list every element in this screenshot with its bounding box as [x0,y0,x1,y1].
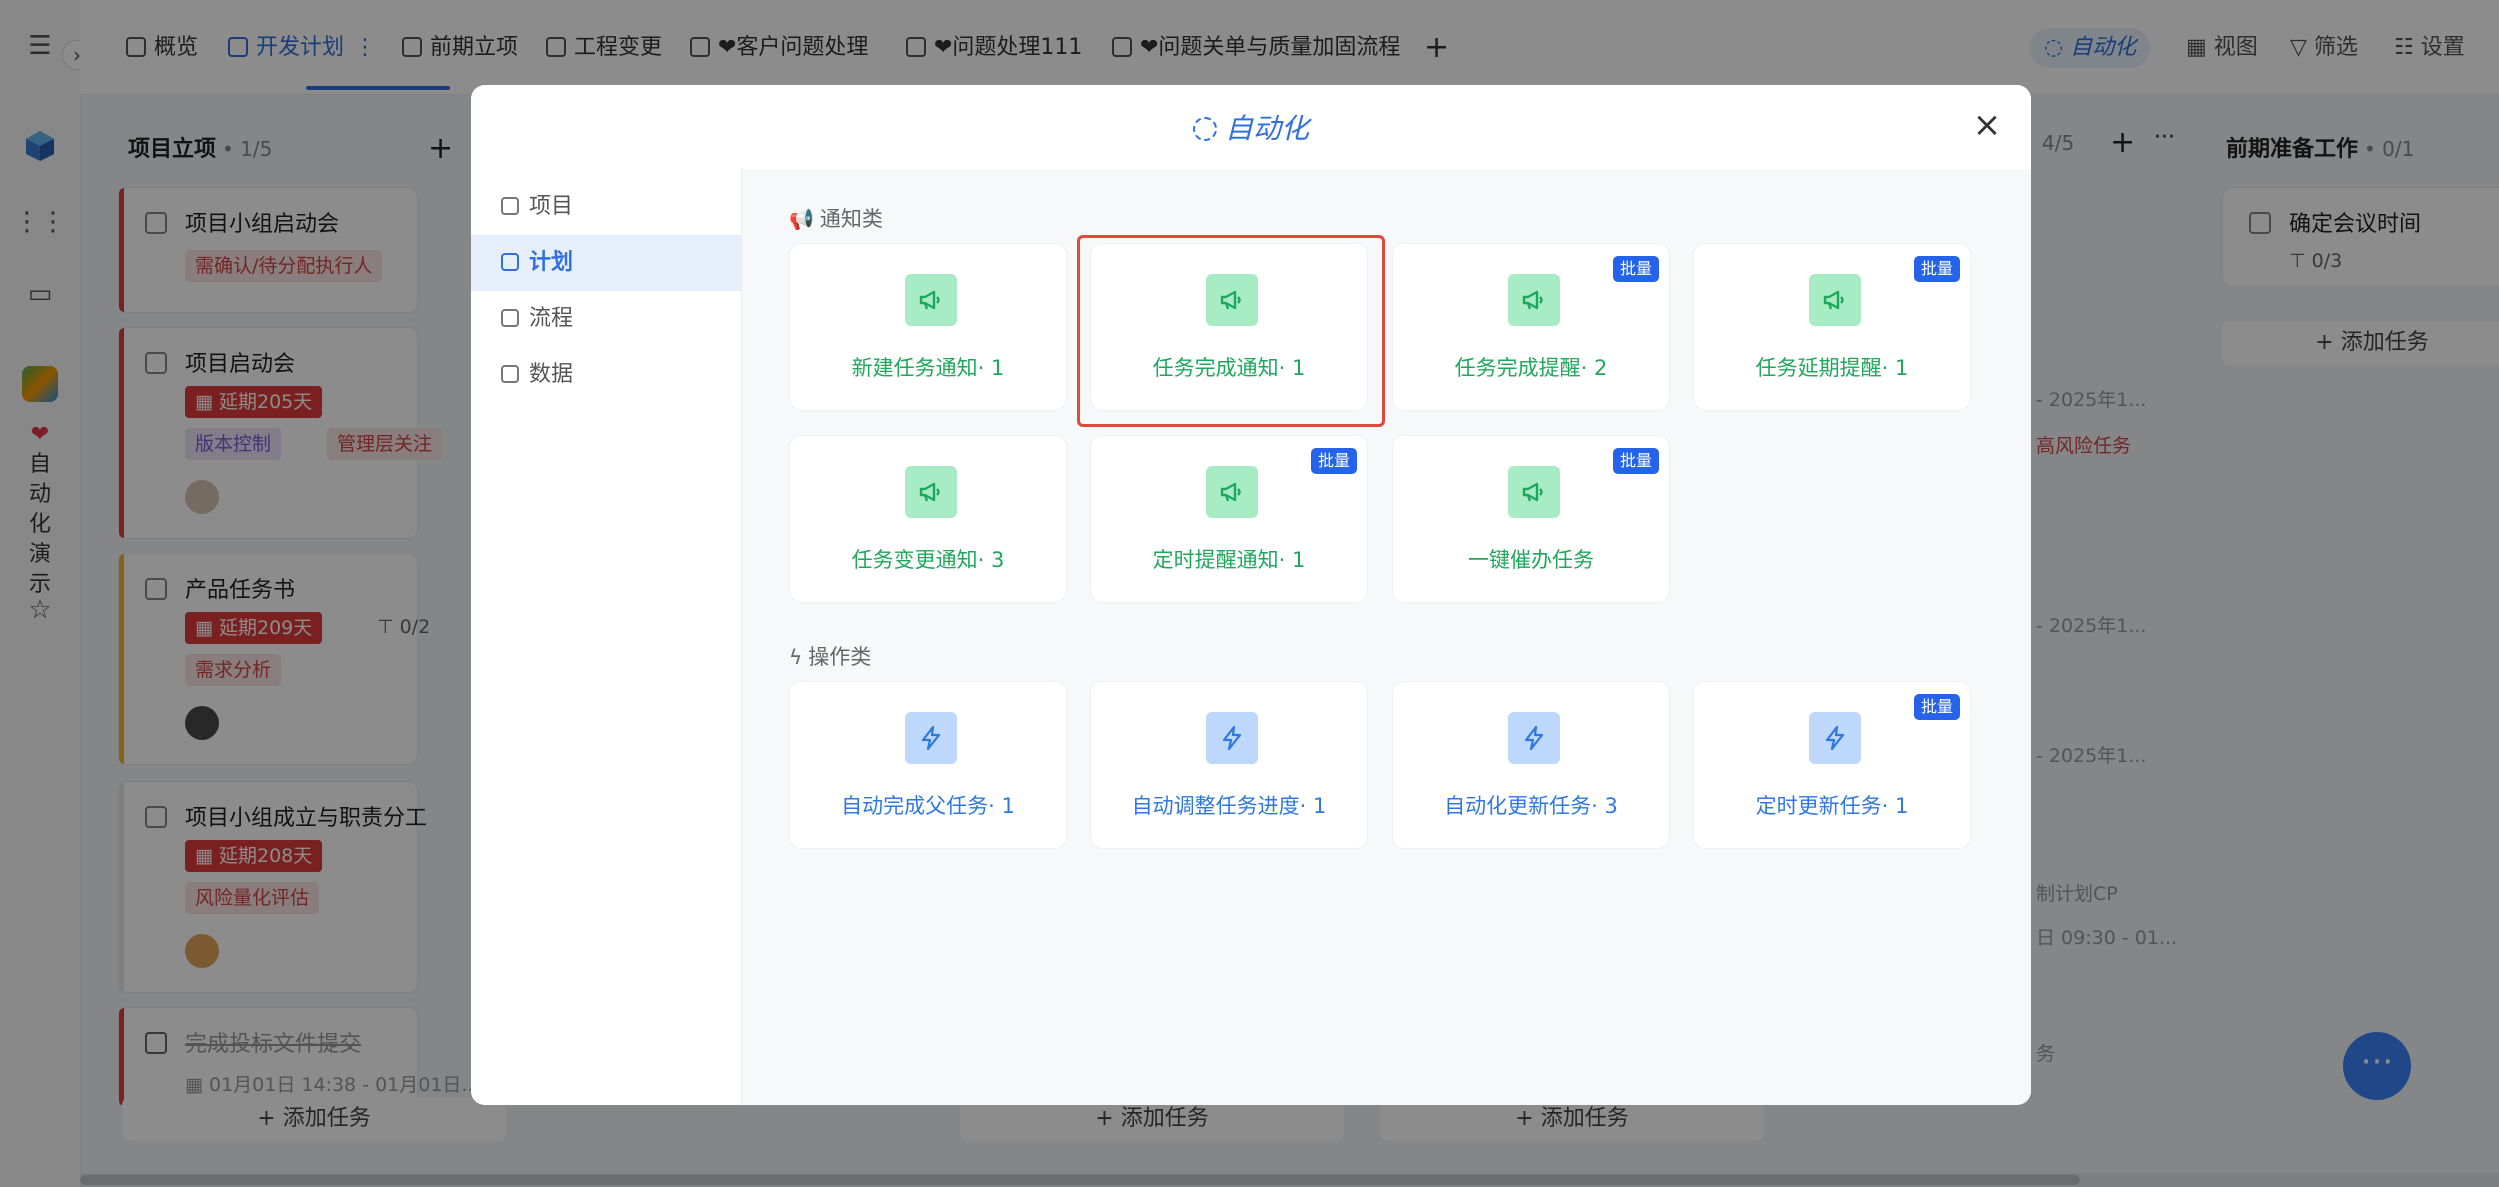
lightning-icon [1508,712,1560,764]
automation-card-scheduled-remind[interactable]: 批量 定时提醒通知· 1 [1090,435,1368,603]
megaphone-icon [1206,466,1258,518]
automation-card-task-complete-remind[interactable]: 批量 任务完成提醒· 2 [1392,243,1670,411]
automation-card-task-delay-remind[interactable]: 批量 任务延期提醒· 1 [1693,243,1971,411]
modal-title: 自动化 [471,107,2031,147]
megaphone-icon [1809,274,1861,326]
flow-icon [501,309,519,327]
batch-badge: 批量 [1310,448,1357,474]
automation-icon [1192,117,1217,141]
automation-card-auto-adjust-progress[interactable]: 自动调整任务进度· 1 [1090,681,1368,849]
modal-content: 📢 通知类 新建任务通知· 1 任务完成通知· 1 批量 任务完成提醒· 2 批量… [742,169,2031,1105]
automation-card-urge-task[interactable]: 批量 一键催办任务 [1392,435,1670,603]
batch-badge: 批量 [1612,448,1659,474]
batch-badge: 批量 [1612,256,1659,282]
modal-sidebar: 项目 计划 流程 数据 [471,169,742,1105]
lightning-icon [905,712,957,764]
automation-card-auto-update-task[interactable]: 自动化更新任务· 3 [1392,681,1670,849]
lightning-icon: ϟ [789,645,803,669]
automation-card-scheduled-update[interactable]: 批量 定时更新任务· 1 [1693,681,1971,849]
batch-badge: 批量 [1913,256,1960,282]
modal-header: 自动化 × [471,85,2031,169]
sidebar-item-project[interactable]: 项目 [471,179,741,235]
section-title-notify: 📢 通知类 [789,207,883,231]
hexagon-icon [501,197,519,215]
doc-icon [501,365,519,383]
sidebar-item-data[interactable]: 数据 [471,347,741,403]
section-title-operate: ϟ 操作类 [789,645,872,669]
automation-card-new-task-notify[interactable]: 新建任务通知· 1 [789,243,1067,411]
sidebar-item-plan[interactable]: 计划 [471,235,741,291]
batch-badge: 批量 [1913,694,1960,720]
sidebar-item-flow[interactable]: 流程 [471,291,741,347]
selection-highlight [1077,235,1385,427]
lightning-icon [1206,712,1258,764]
lightning-icon [1809,712,1861,764]
megaphone-icon [905,466,957,518]
close-button[interactable]: × [1967,105,2007,145]
megaphone-icon [905,274,957,326]
board-icon [501,253,519,271]
automation-modal: 自动化 × 项目 计划 流程 数据 📢 通知类 新建任务通知· 1 任务完成通知·… [471,85,2031,1105]
megaphone-icon: 📢 [789,207,814,231]
automation-card-auto-complete-parent[interactable]: 自动完成父任务· 1 [789,681,1067,849]
megaphone-icon [1508,466,1560,518]
megaphone-icon [1508,274,1560,326]
automation-card-task-change-notify[interactable]: 任务变更通知· 3 [789,435,1067,603]
